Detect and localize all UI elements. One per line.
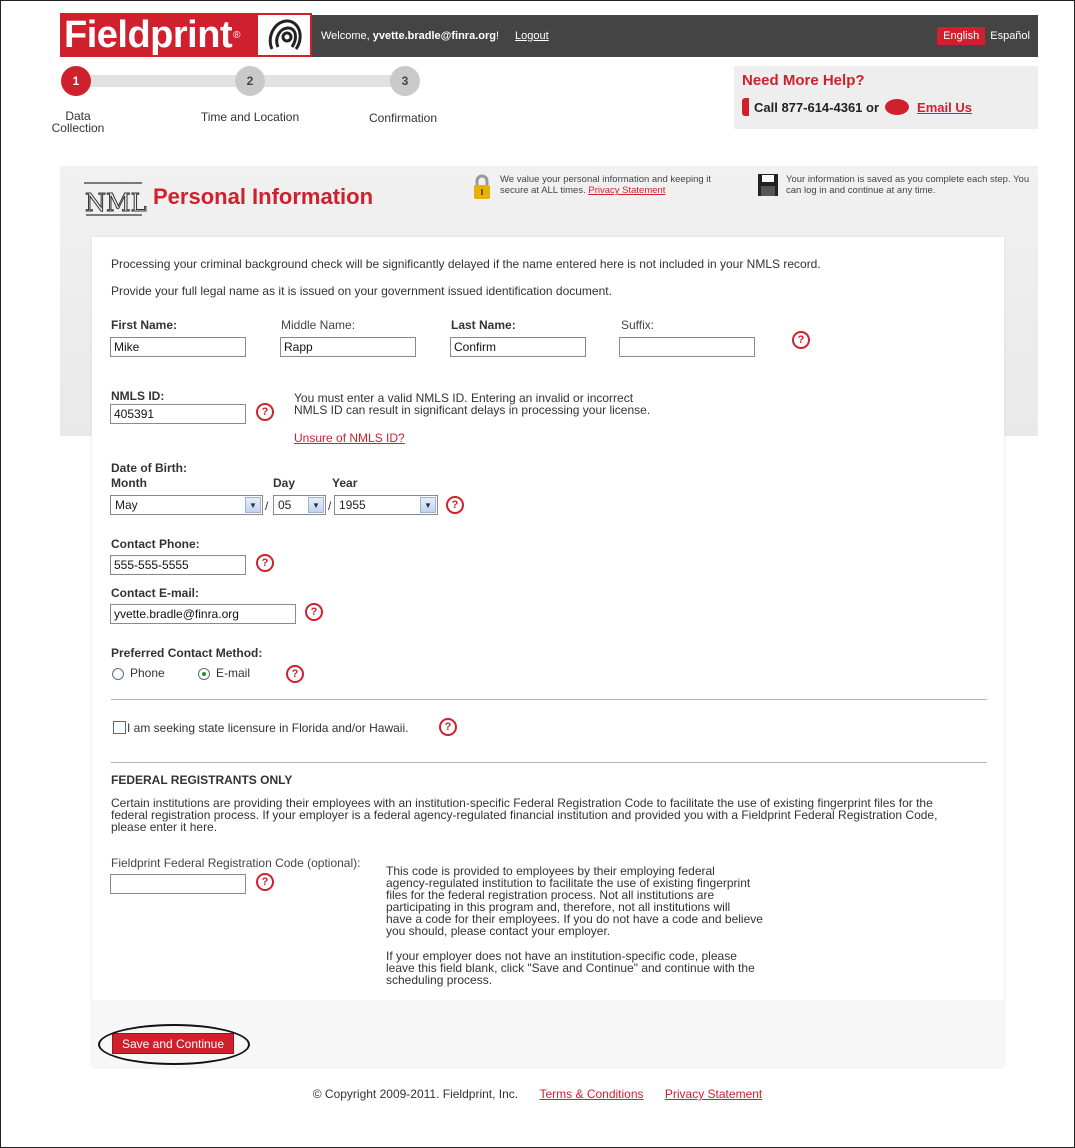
intro-line-1: Processing your criminal background chec… [111,257,821,271]
welcome-user: yvette.bradle@finra.org [372,30,496,42]
nmls-logo: NMLS [80,181,163,220]
dob-day-value: 05 [278,498,292,512]
middle-name-input[interactable] [280,337,416,357]
contact-method-help-icon[interactable]: ? [286,665,304,683]
dob-separator-1: / [265,499,269,513]
preferred-contact-label: Preferred Contact Method: [111,646,263,660]
licensure-help-icon[interactable]: ? [439,718,457,736]
divider [111,762,987,763]
federal-heading: FEDERAL REGISTRANTS ONLY [111,773,293,787]
fieldprint-logo[interactable]: Fieldprint ® [60,13,312,57]
fingerprint-logo-icon [256,13,312,57]
first-name-label: First Name: [111,318,178,332]
copyright-text: © Copyright 2009-2011. Fieldprint, Inc. [312,1087,519,1101]
help-call-text: Call 877-614-4361 or [754,99,880,115]
dob-label: Date of Birth: [111,461,187,475]
highlight-oval [98,1024,250,1065]
top-bar: Welcome, yvette.bradle@finra.org! Logout… [312,15,1038,57]
contact-phone-label: Contact Phone: [111,537,200,551]
dob-year-value: 1955 [339,498,366,512]
registered-mark: ® [233,29,241,41]
federal-code-input[interactable] [110,874,246,894]
lock-icon [472,174,492,200]
federal-code-label: Fieldprint Federal Registration Code (op… [111,856,361,870]
florida-hawaii-label: I am seeking state licensure in Florida … [127,721,409,735]
step-2-label: Time and Location [200,110,300,124]
federal-code-help-icon[interactable]: ? [256,873,274,891]
floppy-disk-icon [758,174,778,196]
unsure-nmls-link[interactable]: Unsure of NMLS ID? [294,431,405,445]
email-us-link[interactable]: Email Us [917,100,972,115]
contact-method-email-label: E-mail [216,666,251,680]
contact-email-label: Contact E-mail: [111,586,200,600]
first-name-input[interactable] [110,337,246,357]
chat-bubble-icon [885,99,910,115]
lang-english-button[interactable]: English [937,27,986,45]
contact-method-phone-radio[interactable] [112,668,124,680]
step-2-dot: 2 [235,66,265,96]
step-3-dot: 3 [390,66,420,96]
privacy-statement-link-top[interactable]: Privacy Statement [588,185,665,196]
phone-help-icon[interactable]: ? [256,554,274,572]
step-1-dot: 1 [61,66,91,96]
page-title: Personal Information [153,184,374,209]
suffix-label: Suffix: [621,318,655,332]
last-name-label: Last Name: [451,318,516,332]
contact-method-email-radio[interactable] [198,668,210,680]
language-switcher: English Español [937,27,1030,45]
dob-day-select[interactable]: 05 ▼ [273,495,326,515]
intro-line-2: Provide your full legal name as it is is… [111,284,612,298]
chevron-down-icon: ▼ [308,497,324,513]
save-note: Your information is saved as you complet… [786,174,1030,196]
terms-link[interactable]: Terms & Conditions [539,1087,643,1101]
dob-help-icon[interactable]: ? [446,496,464,514]
federal-paragraph-2: federal registration process. If your em… [111,808,938,822]
dob-year-select[interactable]: 1955 ▼ [334,495,438,515]
contact-email-input[interactable] [110,604,296,624]
welcome-text: Welcome, yvette.bradle@finra.org! [321,30,500,42]
footer: © Copyright 2009-2011. Fieldprint, Inc. … [0,1087,1075,1101]
privacy-statement-link[interactable]: Privacy Statement [665,1087,762,1101]
privacy-notice: We value your personal information and k… [472,174,742,200]
step-1-label: Data Collection [51,109,105,135]
nmls-logo-text: NMLS [85,189,148,217]
email-help-icon[interactable]: ? [305,603,323,621]
dob-month-select[interactable]: May ▼ [110,495,263,515]
autosave-notice: Your information is saved as you complet… [758,174,1034,196]
lang-spanish-button[interactable]: Español [990,30,1030,42]
dob-month-label: Month [111,476,147,490]
nmls-help-icon[interactable]: ? [256,403,274,421]
suffix-input[interactable] [619,337,755,357]
nmls-note-2: NMLS ID can result in significant delays… [294,403,651,417]
chevron-down-icon: ▼ [245,497,261,513]
middle-name-label: Middle Name: [281,318,356,332]
federal-info-9: scheduling process. [386,973,493,987]
federal-info-6: you should, please contact your employer… [386,924,611,938]
name-help-icon[interactable]: ? [792,331,810,349]
dob-separator-2: / [328,499,332,513]
divider [111,699,987,700]
last-name-input[interactable] [450,337,586,357]
contact-method-phone-label: Phone [130,666,165,680]
logout-link[interactable]: Logout [515,30,549,42]
federal-paragraph-3: please enter it here. [111,820,218,834]
contact-phone-input[interactable] [110,555,246,575]
logo-text: Fieldprint [64,14,233,56]
phone-icon [742,98,749,116]
help-box: Need More Help? Call 877-614-4361 or Ema… [734,66,1038,129]
florida-hawaii-checkbox[interactable] [113,721,126,734]
chevron-down-icon: ▼ [420,497,436,513]
dob-year-label: Year [332,476,358,490]
nmls-id-label: NMLS ID: [111,389,165,403]
step-3-label: Confirmation [368,111,438,125]
dob-month-value: May [115,498,138,512]
help-title: Need More Help? [742,72,865,89]
dob-day-label: Day [273,476,296,490]
nmls-id-input[interactable] [110,404,246,424]
